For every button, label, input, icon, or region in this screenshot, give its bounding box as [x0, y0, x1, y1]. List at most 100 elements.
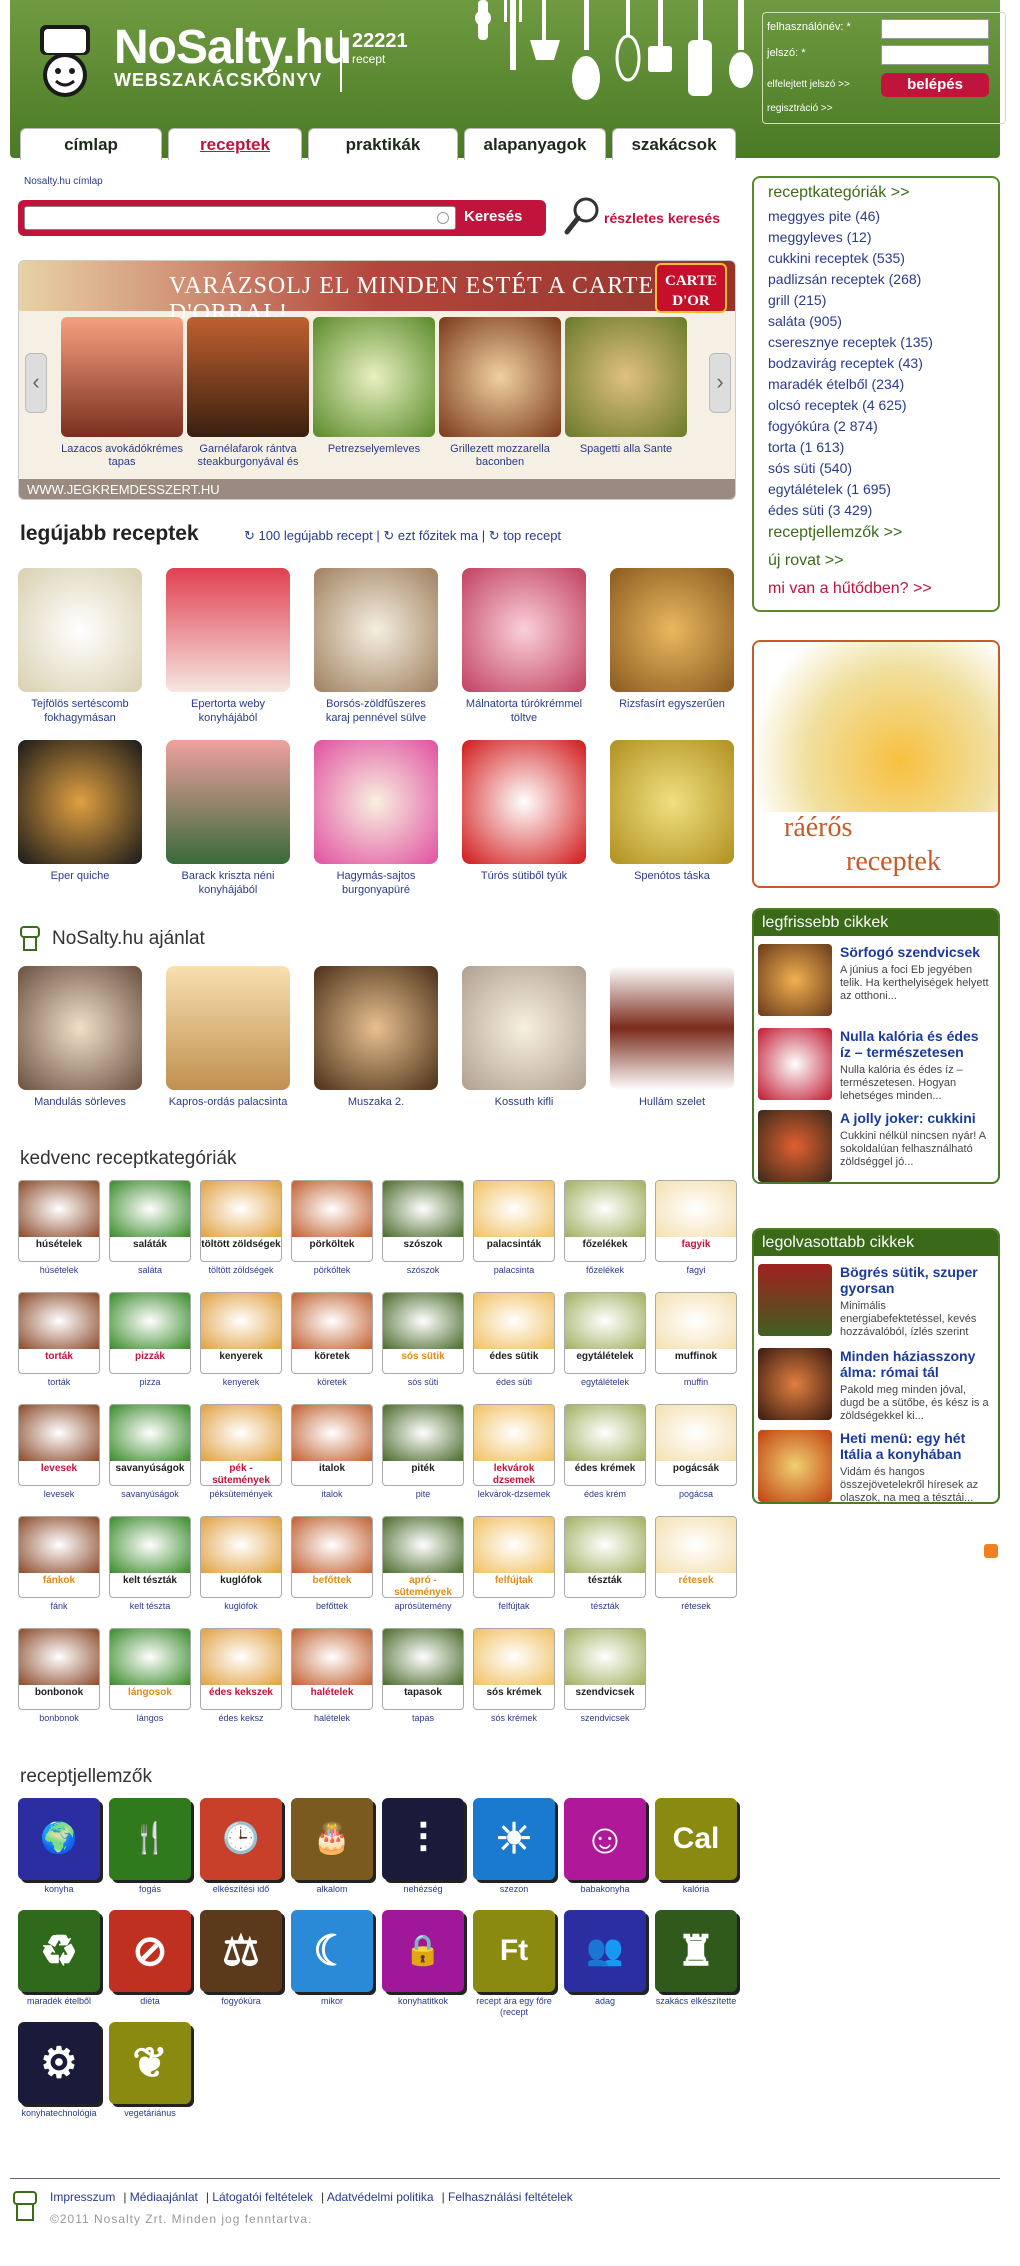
forgot-password-link[interactable]: elfelejtett jelszó >>	[767, 79, 850, 90]
category-caption[interactable]: sós süti	[382, 1377, 464, 1387]
category-tile[interactable]: szószok szószok	[382, 1180, 464, 1275]
lock-icon[interactable]: 🔒	[382, 1910, 464, 1992]
sidebar-category-link[interactable]: sós süti (540)	[768, 460, 852, 476]
feature-caption[interactable]: mikor	[291, 1996, 373, 2007]
feature-caption[interactable]: adag	[564, 1996, 646, 2007]
category-tile[interactable]: torták torták	[18, 1292, 100, 1387]
recipe-caption[interactable]: Málnatorta túrókrémmel töltve	[462, 697, 586, 725]
cutlery-icon[interactable]: 🍴	[109, 1798, 191, 1880]
sidebar-category-link[interactable]: egytálételek (1 695)	[768, 481, 891, 497]
slide-caption[interactable]: Grillezett mozzarella baconben	[439, 443, 561, 469]
recipe-tile[interactable]: Túrós sütiből tyúk	[462, 740, 586, 883]
feature-caption[interactable]: elkészítési idő	[200, 1884, 282, 1895]
category-tile[interactable]: köretek köretek	[291, 1292, 373, 1387]
recipe-tile[interactable]: Mandulás sörleves	[18, 966, 142, 1109]
feature-caption[interactable]: konyha	[18, 1884, 100, 1895]
category-box[interactable]: saláták	[109, 1180, 191, 1262]
recipe-tile[interactable]: Rizsfasírt egyszerűen	[610, 568, 734, 711]
fridge-link[interactable]: mi van a hűtődben? >>	[768, 580, 932, 598]
category-box[interactable]: édes kekszek	[200, 1628, 282, 1710]
category-tile[interactable]: kenyerek kenyerek	[200, 1292, 282, 1387]
category-caption[interactable]: pogácsa	[655, 1489, 737, 1499]
categories-head-link[interactable]: receptkategóriák >>	[768, 184, 909, 202]
feature-tile[interactable]: ⫶ nehézség	[382, 1798, 464, 1895]
feature-tile[interactable]: ☀ szezon	[473, 1798, 555, 1895]
category-box[interactable]: köretek	[291, 1292, 373, 1374]
recipe-caption[interactable]: Tejfölös sertéscomb fokhagymásan	[18, 697, 142, 725]
category-tile[interactable]: pogácsák pogácsa	[655, 1404, 737, 1499]
category-box[interactable]: szendvicsek	[564, 1628, 646, 1710]
category-box[interactable]: töltött zöldségek	[200, 1180, 282, 1262]
feature-tile[interactable]: ☾ mikor	[291, 1910, 373, 2007]
recipe-caption[interactable]: Rizsfasírt egyszerűen	[610, 697, 734, 711]
cake-icon[interactable]: 🎂	[291, 1798, 373, 1880]
recipe-tile[interactable]: Barack kriszta néni konyhájából	[166, 740, 290, 897]
category-caption[interactable]: bonbonok	[18, 1713, 100, 1723]
recipe-tile[interactable]: Kapros-ordás palacsinta	[166, 966, 290, 1109]
clock-icon[interactable]: 🕒	[200, 1798, 282, 1880]
category-tile[interactable]: italok italok	[291, 1404, 373, 1499]
footer-link-usage-terms[interactable]: Felhasználási feltételek	[448, 2190, 573, 2204]
category-box[interactable]: muffinok	[655, 1292, 737, 1374]
category-caption[interactable]: levesek	[18, 1489, 100, 1499]
category-tile[interactable]: tészták tészták	[564, 1516, 646, 1611]
feature-tile[interactable]: ⚖ fogyókúra	[200, 1910, 282, 2007]
category-box[interactable]: pizzák	[109, 1292, 191, 1374]
feature-tile[interactable]: 🌍 konyha	[18, 1798, 100, 1895]
category-caption[interactable]: torták	[18, 1377, 100, 1387]
feature-tile[interactable]: 🔒 konyhatitkok	[382, 1910, 464, 2007]
carousel-prev-button[interactable]: ‹	[25, 353, 47, 413]
magnifier-icon[interactable]	[564, 196, 600, 236]
sidebar-category-link[interactable]: torta (1 613)	[768, 439, 844, 455]
login-button[interactable]: belépés	[881, 73, 989, 97]
feature-tile[interactable]: Cal kalória	[655, 1798, 737, 1895]
category-tile[interactable]: egytálételek egytálételek	[564, 1292, 646, 1387]
feature-caption[interactable]: fogyókúra	[200, 1996, 282, 2007]
feature-tile[interactable]: ⚙ konyhatechnológia	[18, 2022, 100, 2119]
sidebar-category-link[interactable]: saláta (905)	[768, 313, 842, 329]
recipe-caption[interactable]: Muszaka 2.	[314, 1095, 438, 1109]
feature-tile[interactable]: Ft recept ára egy főre (recept	[473, 1910, 555, 2018]
feature-tile[interactable]: 👥 adag	[564, 1910, 646, 2007]
category-caption[interactable]: tészták	[564, 1601, 646, 1611]
category-box[interactable]: piték	[382, 1404, 464, 1486]
category-box[interactable]: tapasok	[382, 1628, 464, 1710]
category-tile[interactable]: húsételek húsételek	[18, 1180, 100, 1275]
category-caption[interactable]: sós krémek	[473, 1713, 555, 1723]
sidebar-category-link[interactable]: grill (215)	[768, 292, 826, 308]
category-caption[interactable]: szószok	[382, 1265, 464, 1275]
recipe-caption[interactable]: Túrós sütiből tyúk	[462, 869, 586, 883]
slide-caption[interactable]: Lazacos avokádókrémes tapas	[61, 443, 183, 469]
carousel-slide[interactable]: Garnélafarok rántva steakburgonyával és	[187, 317, 309, 469]
feature-caption[interactable]: konyhatitkok	[382, 1996, 464, 2007]
category-caption[interactable]: lekvárok-dzsemek	[473, 1489, 555, 1499]
recipe-tile[interactable]: Epertorta weby konyhájából	[166, 568, 290, 725]
article-title[interactable]: Bögrés sütik, szuper gyorsan	[840, 1264, 990, 1296]
slide-caption[interactable]: Spagetti alla Sante	[565, 443, 687, 456]
recipe-tile[interactable]: Borsós-zöldfűszeres karaj pennével sülve	[314, 568, 438, 725]
sidebar-category-link[interactable]: bodzavirág receptek (43)	[768, 355, 923, 371]
category-box[interactable]: kenyerek	[200, 1292, 282, 1374]
feature-tile[interactable]: ♻ maradék ételből	[18, 1910, 100, 2007]
breadcrumb[interactable]: Nosalty.hu címlap	[24, 176, 103, 187]
category-tile[interactable]: halételek halételek	[291, 1628, 373, 1723]
category-tile[interactable]: befőttek befőttek	[291, 1516, 373, 1611]
feature-tile[interactable]: ⊘ diéta	[109, 1910, 191, 2007]
carousel-slide[interactable]: Lazacos avokádókrémes tapas	[61, 317, 183, 469]
recycle-icon[interactable]: ♻	[18, 1910, 100, 1992]
footer-link-media[interactable]: Médiaajánlat	[130, 2190, 198, 2204]
category-caption[interactable]: tapas	[382, 1713, 464, 1723]
feature-caption[interactable]: recept ára egy főre (recept	[473, 1996, 555, 2018]
sidebar-category-link[interactable]: cukkini receptek (535)	[768, 250, 905, 266]
recipe-tile[interactable]: Tejfölös sertéscomb fokhagymásan	[18, 568, 142, 725]
chef-logo-icon[interactable]	[36, 25, 94, 99]
category-tile[interactable]: savanyúságok savanyúságok	[109, 1404, 191, 1499]
sun-moon-icon[interactable]: ☾	[291, 1910, 373, 1992]
category-box[interactable]: tészták	[564, 1516, 646, 1598]
register-link[interactable]: regisztráció >>	[767, 103, 833, 114]
category-box[interactable]: felfújtak	[473, 1516, 555, 1598]
carousel-slide[interactable]: Grillezett mozzarella baconben	[439, 317, 561, 469]
category-box[interactable]: befőttek	[291, 1516, 373, 1598]
category-caption[interactable]: saláta	[109, 1265, 191, 1275]
category-box[interactable]: levesek	[18, 1404, 100, 1486]
